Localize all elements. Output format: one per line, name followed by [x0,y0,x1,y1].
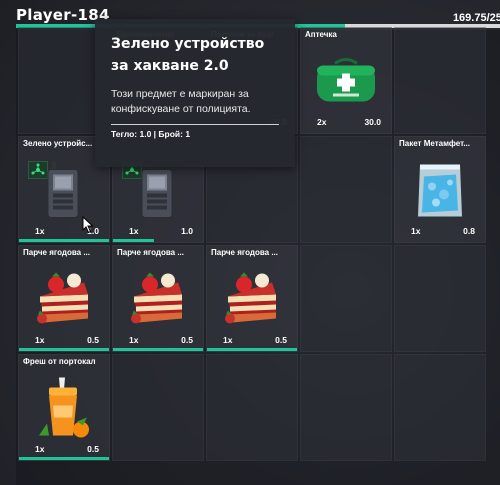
cake-slice-icon [224,272,280,332]
item-tooltip: Зелено устройство за хакване 2.0 Този пр… [95,19,295,167]
inventory-slot[interactable]: Парче ягодова ... 1x 0.5 [112,245,204,352]
slot-item-name: Парче ягодова ... [23,248,90,257]
empty-slot[interactable] [300,354,392,461]
hacking-device-icon [138,160,178,227]
inventory-slot[interactable]: Пакет Метамфет... 1x 0.8 [394,136,486,243]
slot-count: 2x [317,117,327,127]
durability-bar [113,239,154,242]
empty-slot[interactable] [300,136,392,243]
mouse-cursor-icon [82,216,94,234]
tooltip-divider [111,124,279,125]
first-aid-kit-icon [311,56,381,113]
inventory-slot[interactable]: Фреш от портокал 1x 0.5 [18,354,110,461]
slot-weight: 30.0 [364,117,381,127]
durability-bar [19,348,109,351]
tooltip-description: Този предмет е маркиран за конфискуване … [111,88,251,115]
slot-weight: 0.5 [87,335,99,345]
slot-count: 1x [35,226,45,236]
tooltip-stats: Тегло: 1.0 | Брой: 1 [111,129,191,139]
slot-item-name: Фреш от портокал [23,357,96,366]
slot-item-name: Аптечка [305,30,337,39]
slot-item-name: Парче ягодова ... [117,248,184,257]
empty-slot[interactable] [394,354,486,461]
inventory-slot[interactable]: Аптечка 2x 30.0 [300,27,392,134]
slot-weight: 0.5 [275,335,287,345]
slot-count: 1x [129,226,139,236]
slot-count: 1x [411,226,421,236]
slot-count: 1x [223,335,233,345]
slot-item-name: Пакет Метамфет... [399,139,470,148]
cake-slice-icon [36,272,92,332]
slot-item-name: Зелено устройс... [23,139,93,148]
empty-slot[interactable] [300,245,392,352]
empty-slot[interactable] [206,354,298,461]
slot-weight: 0.8 [463,226,475,236]
durability-bar [207,348,297,351]
slot-count: 1x [35,444,45,454]
empty-slot[interactable] [112,354,204,461]
durability-bar [113,348,203,351]
slot-weight: 1.0 [181,226,193,236]
hacking-device-icon [44,160,84,227]
slot-count: 1x [129,335,139,345]
weight-readout: 169.75/250 [452,12,500,24]
inventory-slot[interactable]: Парче ягодова ... 1x 0.5 [206,245,298,352]
orange-juice-icon [37,377,91,445]
slot-item-name: Парче ягодова ... [211,248,278,257]
empty-slot[interactable] [394,27,486,134]
empty-slot[interactable] [394,245,486,352]
inventory-slot[interactable]: Парче ягодова ... 1x 0.5 [18,245,110,352]
durability-bar [19,457,109,460]
cake-slice-icon [130,272,186,332]
tooltip-title: Зелено устройство за хакване 2.0 [111,36,265,74]
slot-weight: 0.5 [87,444,99,454]
slot-weight: 0.5 [181,335,193,345]
slot-count: 1x [35,335,45,345]
durability-bar [19,239,109,242]
meth-bag-icon [414,161,466,226]
